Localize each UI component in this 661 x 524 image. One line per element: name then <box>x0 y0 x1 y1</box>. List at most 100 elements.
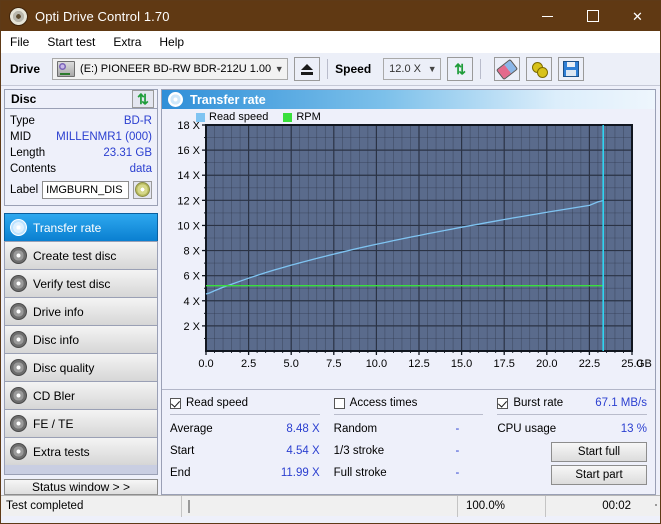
result-row-average: Average 8.48 X <box>170 418 320 440</box>
disc-info-panel: Type BD-R MID MILLENMR1 (000) Length 23.… <box>4 108 158 206</box>
refresh-drive-button[interactable]: ⇅ <box>447 57 474 81</box>
access-times-column: Access times Random - 1/3 stroke - Full <box>333 395 484 488</box>
sidebar-item-transfer-rate[interactable]: Transfer rate <box>4 213 158 241</box>
svg-text:GB: GB <box>636 358 652 370</box>
result-value: - <box>455 445 460 457</box>
eject-button[interactable] <box>294 57 321 81</box>
window-controls: ✕ <box>525 1 660 31</box>
drive-select-value: (E:) PIONEER BD-RW BDR-212U 1.00 <box>80 63 272 75</box>
resize-grip-icon[interactable] <box>641 503 660 509</box>
status-bar: Test completed 100.0% 00:02 <box>1 495 660 517</box>
access-times-checkbox-row[interactable]: Access times <box>333 395 484 411</box>
disc-value: data <box>129 163 152 175</box>
svg-text:2.5: 2.5 <box>241 358 256 370</box>
svg-text:20.0: 20.0 <box>536 358 557 370</box>
minimize-button[interactable] <box>525 1 570 31</box>
disc-label-row: Label IMGBURN_DIS <box>10 179 152 200</box>
disc-detail-button[interactable] <box>133 180 152 199</box>
speed-select-value: 12.0 X <box>389 63 421 75</box>
burst-rate-value: 67.1 MB/s <box>595 397 647 409</box>
access-times-label: Access times <box>349 397 418 409</box>
menu-start-test[interactable]: Start test <box>47 35 95 49</box>
burst-rate-checkbox-row[interactable]: Burst rate 67.1 MB/s <box>497 395 647 411</box>
disc-icon <box>10 303 27 320</box>
disc-refresh-button[interactable]: ⇅ <box>132 90 154 108</box>
disc-icon <box>10 331 27 348</box>
sidebar-item-label: Drive info <box>33 304 84 319</box>
sidebar-item-create-test-disc[interactable]: Create test disc <box>4 241 158 269</box>
sidebar-item-drive-info[interactable]: Drive info <box>4 297 158 325</box>
sidebar-item-label: Extra tests <box>33 444 90 459</box>
transfer-rate-panel: Transfer rate Read speed RPM 2 X 4 X 6 X 8 … <box>161 89 656 495</box>
drive-toolbar: Drive (E:) PIONEER BD-RW BDR-212U 1.00 ▼… <box>1 53 660 86</box>
svg-text:12.5: 12.5 <box>408 358 429 370</box>
results-area: Read speed Average 8.48 X Start 4.54 X E… <box>162 389 655 494</box>
access-times-checkbox[interactable] <box>333 397 345 409</box>
disc-icon <box>10 387 27 404</box>
result-key: CPU usage <box>497 423 557 435</box>
progress-track <box>188 499 190 513</box>
speed-select[interactable]: 12.0 X ▼ <box>383 58 442 80</box>
svg-text:4 X: 4 X <box>183 296 200 308</box>
disc-key: MID <box>10 131 32 143</box>
disc-row-type: Type BD-R <box>10 113 152 129</box>
menu-bar: File Start test Extra Help <box>1 31 660 53</box>
drive-icon <box>57 61 76 77</box>
svg-text:2 X: 2 X <box>183 321 200 333</box>
disc-label-input[interactable]: IMGBURN_DIS <box>42 180 129 199</box>
divider <box>333 414 484 415</box>
sidebar-item-extra-tests[interactable]: Extra tests <box>4 437 158 465</box>
drive-select[interactable]: (E:) PIONEER BD-RW BDR-212U 1.00 ▼ <box>52 58 289 80</box>
eject-icon <box>301 63 314 75</box>
floppy-save-icon <box>563 61 580 77</box>
menu-file[interactable]: File <box>10 35 29 49</box>
disc-panel-title: Disc <box>11 92 37 106</box>
menu-help[interactable]: Help <box>159 35 184 49</box>
sidebar-item-cd-bler[interactable]: CD Bler <box>4 381 158 409</box>
sidebar-item-label: FE / TE <box>33 416 74 431</box>
progress-percent-label: 100.0% <box>457 495 545 517</box>
disc-key: Contents <box>10 163 57 175</box>
save-button[interactable] <box>558 57 585 81</box>
erase-button[interactable] <box>494 57 521 81</box>
close-button[interactable]: ✕ <box>615 1 660 31</box>
result-value: - <box>455 423 460 435</box>
read-speed-checkbox[interactable] <box>170 397 181 409</box>
legend-swatch-rpm <box>283 112 293 122</box>
start-full-button[interactable]: Start full <box>551 442 647 462</box>
disc-value: MILLENMR1 (000) <box>56 131 152 143</box>
result-key: Random <box>333 423 378 435</box>
result-key: 1/3 stroke <box>333 445 385 457</box>
svg-text:10.0: 10.0 <box>366 358 387 370</box>
start-part-button[interactable]: Start part <box>551 465 647 485</box>
svg-text:6 X: 6 X <box>183 271 200 283</box>
maximize-button[interactable] <box>570 1 615 31</box>
refresh-icon: ⇅ <box>454 61 467 77</box>
result-key: Average <box>170 423 213 435</box>
svg-text:14 X: 14 X <box>177 170 200 182</box>
menu-extra[interactable]: Extra <box>113 35 141 49</box>
sidebar-item-fe-te[interactable]: FE / TE <box>4 409 158 437</box>
tools-button[interactable] <box>526 57 553 81</box>
sidebar-item-label: Transfer rate <box>33 220 102 235</box>
sidebar-item-verify-test-disc[interactable]: Verify test disc <box>4 269 158 297</box>
disc-icon <box>10 219 27 236</box>
read-speed-checkbox-row[interactable]: Read speed <box>170 395 320 411</box>
disc-icon <box>10 275 27 292</box>
result-value: - <box>455 467 460 479</box>
sidebar-item-disc-quality[interactable]: Disc quality <box>4 353 158 381</box>
elapsed-time-label: 00:02 <box>545 495 641 517</box>
svg-text:10 X: 10 X <box>177 220 200 232</box>
result-key: End <box>170 467 191 479</box>
divider <box>497 414 647 415</box>
disc-icon <box>10 415 27 432</box>
content-pane: Transfer rate Read speed RPM 2 X 4 X 6 X 8 … <box>161 86 660 495</box>
title-bar: Opti Drive Control 1.70 ✕ <box>1 1 660 31</box>
panel-header: Transfer rate <box>162 90 655 109</box>
svg-text:0.0: 0.0 <box>198 358 213 370</box>
action-buttons: Start full Start part <box>497 442 647 488</box>
burst-rate-checkbox[interactable] <box>497 397 509 409</box>
result-row-random: Random - <box>334 418 484 440</box>
sidebar-item-disc-info[interactable]: Disc info <box>4 325 158 353</box>
status-window-button[interactable]: Status window > > <box>4 479 158 495</box>
